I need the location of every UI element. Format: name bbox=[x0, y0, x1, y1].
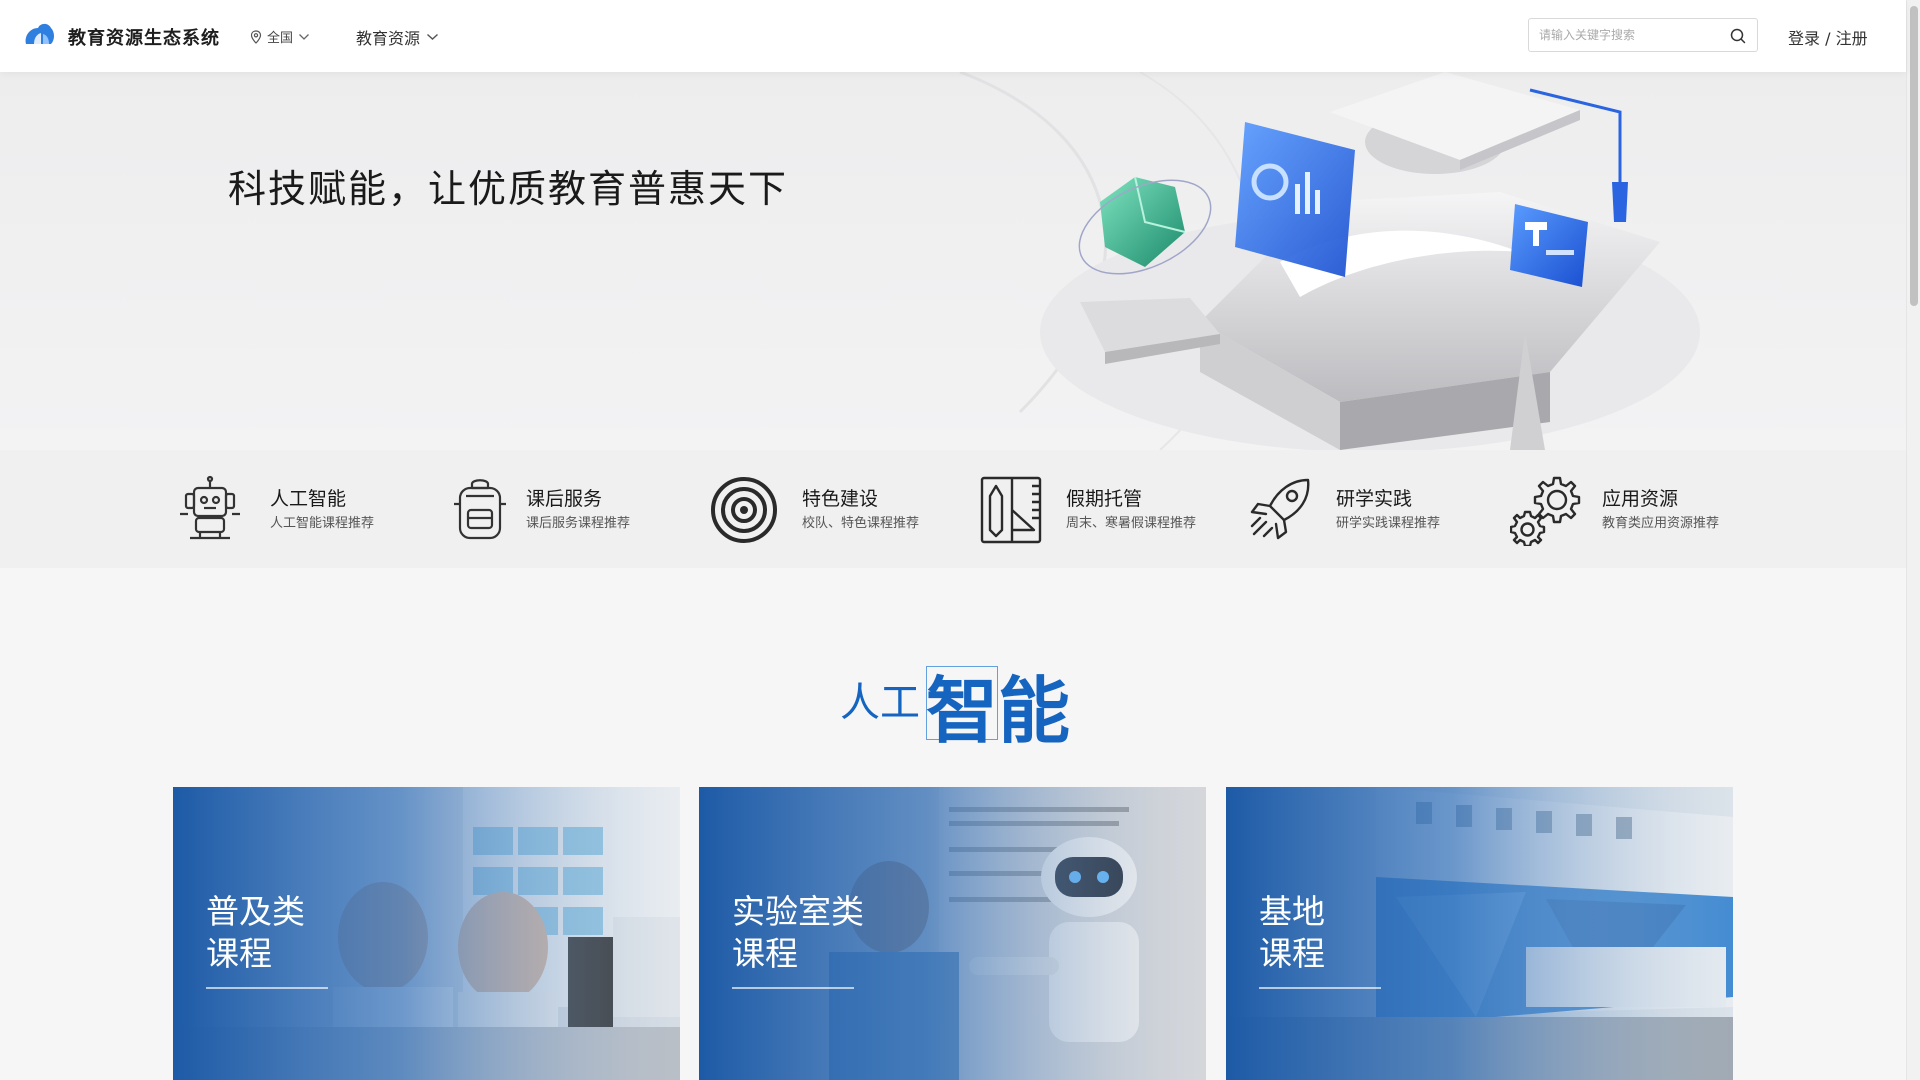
chevron-down-icon bbox=[299, 33, 309, 40]
category-subtitle: 周末、寒暑假课程推荐 bbox=[1066, 516, 1197, 531]
category-item-ai[interactable]: 人工智能 人工智能课程推荐 bbox=[174, 474, 414, 546]
backpack-icon bbox=[454, 479, 506, 540]
course-card-title: 普及类 课程 bbox=[206, 891, 406, 975]
hero-illustration bbox=[959, 72, 1700, 450]
category-title: 课后服务 bbox=[526, 488, 603, 510]
course-card-title: 实验室类 课程 bbox=[732, 891, 932, 975]
category-strip: 人工智能 人工智能课程推荐 课后服务 课后服务课程推荐 特色建设 校队、特色课程… bbox=[0, 450, 1906, 568]
course-card-general[interactable]: 普及类 课程 bbox=[173, 787, 680, 1080]
region-label: 全国 bbox=[267, 31, 294, 46]
page: 教育资源生态系统 全国 教育资源 登录 / 注册 bbox=[0, 0, 1920, 1080]
category-item-holiday[interactable]: 假期托管 周末、寒暑假课程推荐 bbox=[976, 474, 1216, 546]
category-subtitle: 教育类应用资源推荐 bbox=[1602, 516, 1720, 531]
ruler-pencil-icon bbox=[980, 476, 1042, 544]
target-icon bbox=[711, 477, 777, 543]
nav-education-resources-label: 教育资源 bbox=[356, 29, 421, 48]
rocket-icon bbox=[1250, 478, 1310, 540]
logo-icon[interactable] bbox=[22, 20, 56, 48]
page-scrollbar[interactable] bbox=[1906, 0, 1920, 1080]
chevron-down-icon bbox=[427, 33, 438, 40]
category-title: 应用资源 bbox=[1602, 488, 1679, 510]
category-subtitle: 研学实践课程推荐 bbox=[1336, 516, 1441, 531]
category-item-app-resources[interactable]: 应用资源 教育类应用资源推荐 bbox=[1510, 474, 1770, 546]
login-register-link[interactable]: 登录 / 注册 bbox=[1788, 25, 1868, 49]
section-title-ai: 人工 智能 bbox=[840, 652, 1070, 753]
category-subtitle: 课后服务课程推荐 bbox=[526, 516, 631, 531]
section-title-small: 人工 bbox=[840, 680, 920, 726]
hero-banner: 科技赋能，让优质教育普惠天下 bbox=[0, 72, 1906, 450]
course-card-title-line: 课程 bbox=[732, 934, 798, 973]
search-input[interactable] bbox=[1529, 19, 1719, 51]
category-subtitle: 人工智能课程推荐 bbox=[270, 516, 375, 531]
category-title: 特色建设 bbox=[802, 488, 879, 510]
category-title: 研学实践 bbox=[1336, 488, 1413, 510]
course-card-title-line: 基地 bbox=[1259, 892, 1325, 931]
course-card-title-line: 课程 bbox=[1259, 934, 1325, 973]
course-card-title-line: 实验室类 bbox=[732, 892, 864, 931]
card-underline bbox=[206, 987, 328, 989]
search-box bbox=[1528, 18, 1758, 52]
location-pin-icon bbox=[250, 29, 262, 44]
category-item-featured[interactable]: 特色建设 校队、特色课程推荐 bbox=[708, 474, 948, 546]
category-subtitle: 校队、特色课程推荐 bbox=[802, 516, 920, 531]
top-header: 教育资源生态系统 全国 教育资源 登录 / 注册 bbox=[0, 0, 1906, 72]
course-card-title-line: 课程 bbox=[206, 934, 272, 973]
course-card-lab[interactable]: 实验室类 课程 bbox=[699, 787, 1206, 1080]
card-underline bbox=[732, 987, 854, 989]
section-title-big: 智能 bbox=[926, 668, 1071, 753]
course-card-title: 基地 课程 bbox=[1259, 891, 1459, 975]
hero-title: 科技赋能，让优质教育普惠天下 bbox=[228, 167, 789, 211]
brand-name[interactable]: 教育资源生态系统 bbox=[68, 24, 220, 50]
nav-education-resources[interactable]: 教育资源 bbox=[356, 25, 439, 49]
search-icon[interactable] bbox=[1729, 27, 1747, 45]
scrollbar-thumb[interactable] bbox=[1910, 6, 1918, 306]
category-item-study-practice[interactable]: 研学实践 研学实践课程推荐 bbox=[1244, 474, 1484, 546]
course-card-base[interactable]: 基地 课程 bbox=[1226, 787, 1733, 1080]
card-underline bbox=[1259, 987, 1381, 989]
region-selector[interactable]: 全国 bbox=[250, 27, 310, 46]
category-item-after-school[interactable]: 课后服务 课后服务课程推荐 bbox=[444, 474, 684, 546]
category-title: 人工智能 bbox=[270, 488, 347, 510]
category-title: 假期托管 bbox=[1066, 488, 1143, 510]
robot-icon bbox=[180, 475, 240, 540]
course-card-title-line: 普及类 bbox=[206, 892, 305, 931]
gears-icon bbox=[1510, 476, 1581, 546]
